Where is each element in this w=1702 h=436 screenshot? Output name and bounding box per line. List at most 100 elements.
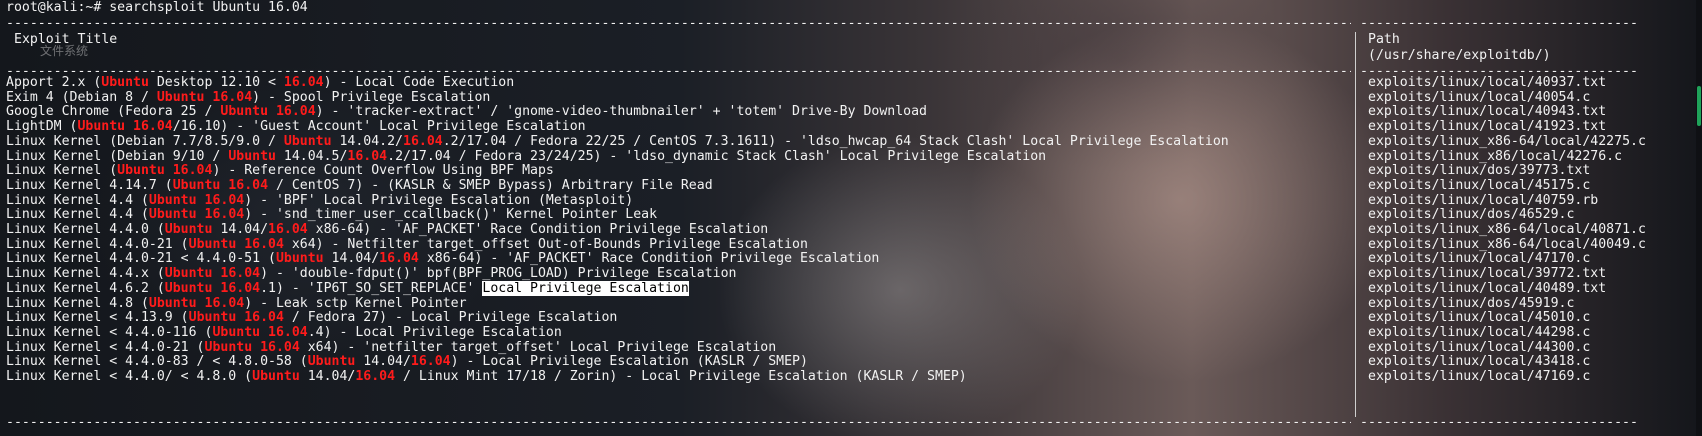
exploit-title: Linux Kernel < 4.4.0-83 / < 4.8.0-58 (Ub… bbox=[6, 354, 808, 370]
exploit-path: exploits/linux/dos/46529.c bbox=[1368, 207, 1575, 222]
search-match-highlight: Ubuntu 16.04 bbox=[220, 104, 316, 119]
search-match-highlight: Ubuntu 16.04 bbox=[164, 266, 261, 281]
exploit-path: exploits/linux_x86-64/local/40871.c bbox=[1368, 222, 1646, 237]
search-match-highlight: Ubuntu 16.04 bbox=[156, 90, 253, 105]
exploit-path: exploits/linux/local/45010.c bbox=[1368, 310, 1591, 325]
search-match-highlight: Ubuntu bbox=[101, 75, 149, 90]
title-text: .1) - 'IP6T_SO_SET_REPLACE' bbox=[260, 281, 483, 296]
title-text: / CentOS 7) - (KASLR & SMEP Bypass) Arbi… bbox=[268, 178, 713, 193]
search-match-highlight: Ubuntu bbox=[164, 222, 213, 237]
search-match-highlight: Ubuntu bbox=[252, 369, 300, 384]
selected-text: Local Privilege Escalation bbox=[482, 281, 689, 296]
search-match-highlight: Ubuntu bbox=[228, 149, 276, 164]
search-match-highlight: Ubuntu 16.04 bbox=[148, 193, 245, 208]
column-header-path-base: (/usr/share/exploitdb/) bbox=[1368, 48, 1551, 63]
header-top-divider-right: ----------------------------------- bbox=[1360, 16, 1638, 31]
title-text: Linux Kernel (Debian 7.7/8.5/9.0 / bbox=[6, 134, 284, 149]
exploit-title: Linux Kernel (Ubuntu 16.04) - Reference … bbox=[6, 163, 554, 179]
exploit-title: LightDM (Ubuntu 16.04/16.10) - 'Guest Ac… bbox=[6, 119, 586, 135]
exploit-path: exploits/linux_x86-64/local/42275.c bbox=[1368, 134, 1646, 149]
title-text: x64) - 'netfilter target_offset' Local P… bbox=[299, 340, 777, 355]
search-match-highlight: 16.04 bbox=[268, 222, 308, 237]
exploit-path: exploits/linux/local/41923.txt bbox=[1368, 119, 1607, 134]
title-text: .2/17.04 / Fedora 23/24/25) - 'ldso_dyna… bbox=[387, 149, 1047, 164]
exploit-title: Linux Kernel < 4.13.9 (Ubuntu 16.04 / Fe… bbox=[6, 310, 617, 326]
title-text: ) - Leak sctp Kernel Pointer bbox=[244, 296, 467, 311]
exploit-title: Linux Kernel (Debian 7.7/8.5/9.0 / Ubunt… bbox=[6, 134, 1229, 150]
title-text: 14.04/ bbox=[299, 369, 356, 384]
title-text: 14.04/ bbox=[355, 354, 411, 369]
exploit-title: Linux Kernel 4.4 (Ubuntu 16.04) - 'snd_t… bbox=[6, 207, 657, 223]
title-text: Linux Kernel ( bbox=[6, 163, 118, 178]
scrollbar[interactable] bbox=[1696, 0, 1702, 436]
column-header-title: Exploit Title bbox=[14, 32, 118, 47]
exploit-title: Linux Kernel < 4.4.0/ < 4.8.0 (Ubuntu 14… bbox=[6, 369, 967, 385]
title-text: Linux Kernel 4.4.0 ( bbox=[6, 222, 165, 237]
command-prompt-line: root@kali:~# searchsploit Ubuntu 16.04 bbox=[6, 0, 308, 16]
exploit-path: exploits/linux/local/39772.txt bbox=[1368, 266, 1607, 281]
title-text: Linux Kernel 4.6.2 ( bbox=[6, 281, 165, 296]
column-separator bbox=[1355, 32, 1356, 417]
exploit-path: exploits/linux/local/47170.c bbox=[1368, 251, 1591, 266]
title-text: Linux Kernel < 4.4.0-21 ( bbox=[6, 340, 205, 355]
title-text: Linux Kernel < 4.4.0/ < 4.8.0 ( bbox=[6, 369, 253, 384]
search-match-highlight: Ubuntu 16.04 bbox=[164, 281, 261, 296]
search-match-highlight: 16.04 bbox=[379, 251, 419, 266]
footer-divider-right: ----------------------------------- bbox=[1360, 415, 1638, 430]
title-text: Apport 2.x ( bbox=[6, 75, 102, 90]
search-match-highlight: Ubuntu bbox=[275, 251, 324, 266]
exploit-title: Linux Kernel 4.6.2 (Ubuntu 16.04.1) - 'I… bbox=[6, 281, 689, 297]
search-match-highlight: Ubuntu 16.04 bbox=[172, 178, 269, 193]
exploit-title: Apport 2.x (Ubuntu Desktop 12.10 < 16.04… bbox=[6, 75, 514, 91]
title-text: Linux Kernel 4.4.0-21 ( bbox=[6, 237, 189, 252]
title-text: ) - Local Privilege Escalation (KASLR / … bbox=[450, 354, 808, 369]
title-text: /16.10) - 'Guest Account' Local Privileg… bbox=[172, 119, 586, 134]
exploit-title: Linux Kernel 4.14.7 (Ubuntu 16.04 / Cent… bbox=[6, 178, 713, 194]
title-text: Exim 4 (Debian 8 / bbox=[6, 90, 157, 105]
title-text: 14.04/ bbox=[212, 222, 269, 237]
terminal-window[interactable]: 文件系统 root@kali:~# searchsploit Ubuntu 16… bbox=[0, 0, 1702, 436]
search-match-highlight: Ubuntu bbox=[283, 134, 332, 149]
exploit-path: exploits/linux/local/40943.txt bbox=[1368, 104, 1607, 119]
title-text: x86-64) - 'AF_PACKET' Race Condition Pri… bbox=[418, 251, 880, 266]
search-match-highlight: 16.04 bbox=[347, 149, 388, 164]
prompt-separator: :~# bbox=[77, 0, 110, 15]
title-text: x86-64) - 'AF_PACKET' Race Condition Pri… bbox=[307, 222, 769, 237]
prompt-user: root@kali bbox=[6, 0, 78, 15]
exploit-path: exploits/linux/local/45175.c bbox=[1368, 178, 1591, 193]
title-text: Linux Kernel < 4.4.0-83 / < 4.8.0-58 ( bbox=[6, 354, 308, 369]
column-header-path: Path bbox=[1368, 32, 1400, 47]
scrollbar-thumb[interactable] bbox=[1697, 86, 1701, 126]
exploit-path: exploits/linux/local/47169.c bbox=[1368, 369, 1591, 384]
title-text: ) - 'BPF' Local Privilege Escalation (Me… bbox=[244, 193, 634, 208]
title-text: ) - 'double-fdput()' bpf(BPF_PROG_LOAD) … bbox=[260, 266, 737, 281]
title-text: LightDM ( bbox=[6, 119, 78, 134]
search-match-highlight: Ubuntu 16.04 bbox=[148, 296, 245, 311]
exploit-path: exploits/linux/dos/39773.txt bbox=[1368, 163, 1591, 178]
exploit-path: exploits/linux/local/40489.txt bbox=[1368, 281, 1607, 296]
title-text: .2/17.04 / Fedora 22/25 / CentOS 7.3.161… bbox=[442, 134, 1229, 149]
search-match-highlight: Ubuntu 16.04 bbox=[148, 207, 245, 222]
search-match-highlight: 16.04 bbox=[283, 75, 324, 90]
exploit-title: Linux Kernel 4.4.x (Ubuntu 16.04) - 'dou… bbox=[6, 266, 736, 282]
exploit-path: exploits/linux/local/44298.c bbox=[1368, 325, 1591, 340]
title-text: ) - Local Code Execution bbox=[323, 75, 515, 90]
search-match-highlight: 16.04 bbox=[410, 354, 451, 369]
header-top-divider: ----------------------------------------… bbox=[6, 16, 1351, 31]
title-text: 14.04.2/ bbox=[331, 134, 403, 149]
title-text: Linux Kernel 4.14.7 ( bbox=[6, 178, 173, 193]
title-text: Linux Kernel (Debian 9/10 / bbox=[6, 149, 229, 164]
title-text: Linux Kernel 4.8 ( bbox=[6, 296, 149, 311]
title-text: Desktop 12.10 < bbox=[148, 75, 284, 90]
command-text: searchsploit Ubuntu 16.04 bbox=[109, 0, 308, 15]
title-text: ) - 'tracker-extract' / 'gnome-video-thu… bbox=[315, 104, 928, 119]
title-text: Linux Kernel < 4.4.0-116 ( bbox=[6, 325, 213, 340]
title-text: Linux Kernel 4.4 ( bbox=[6, 193, 149, 208]
title-text: 14.04.5/ bbox=[275, 149, 348, 164]
exploit-title: Google Chrome (Fedora 25 / Ubuntu 16.04)… bbox=[6, 104, 927, 120]
title-text: x64) - Netfilter target_offset Out-of-Bo… bbox=[283, 237, 808, 252]
title-text: Linux Kernel 4.4.0-21 < 4.4.0-51 ( bbox=[6, 251, 276, 266]
title-text: 14.04/ bbox=[323, 251, 380, 266]
search-match-highlight: Ubuntu 16.04 bbox=[117, 163, 213, 178]
search-match-highlight: Ubuntu 16.04 bbox=[188, 310, 284, 325]
